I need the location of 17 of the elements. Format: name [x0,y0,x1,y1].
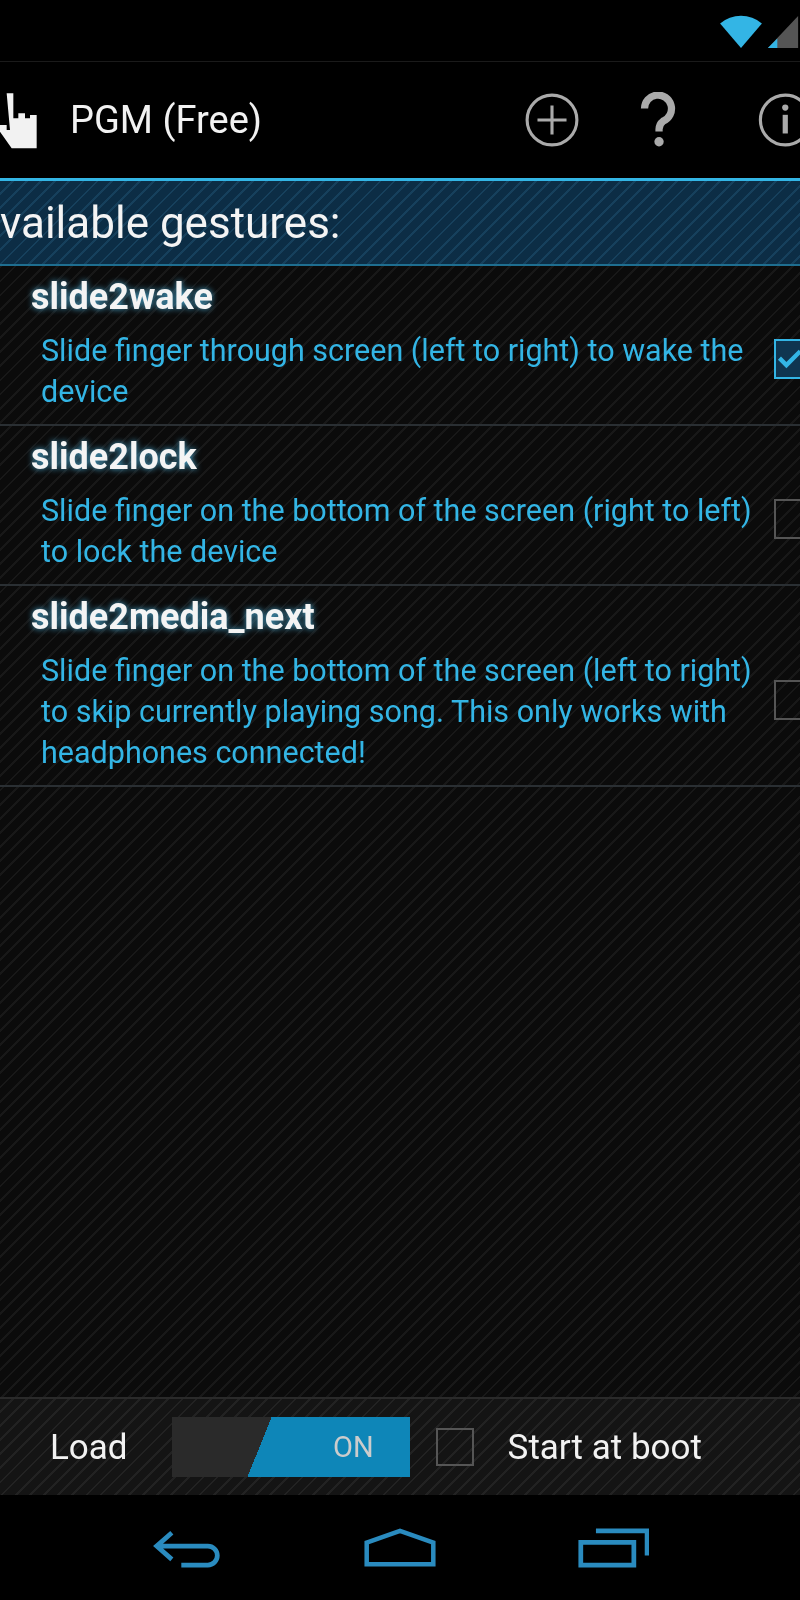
start-at-boot-checkbox[interactable] [435,1428,474,1466]
load-toggle[interactable]: ON [171,1417,410,1477]
add-icon[interactable] [524,92,580,148]
home-icon[interactable] [364,1527,436,1568]
recent-apps-icon[interactable] [577,1527,650,1568]
section-title: vailable gestures: [0,196,341,249]
info-icon[interactable] [756,92,800,148]
app-title: PGM (Free) [70,98,263,142]
gesture-name: slide2lock [31,436,198,478]
gesture-description: Slide finger through screen (left to right) to wake the device [40,332,745,411]
help-icon[interactable] [640,92,676,148]
gesture-name: slide2media_next [31,596,316,638]
gesture-description: Slide finger on the bottom of the screen (left to right) to skip currently playing song. This only works with headphones connected! [40,652,753,772]
start-at-boot-label: Start at boot [507,1426,702,1468]
gesture-description: Slide finger on the bottom of the screen (right to left) to lock the device [40,492,753,571]
gesture-name: slide2wake [31,276,214,318]
load-label: Load [50,1426,128,1468]
